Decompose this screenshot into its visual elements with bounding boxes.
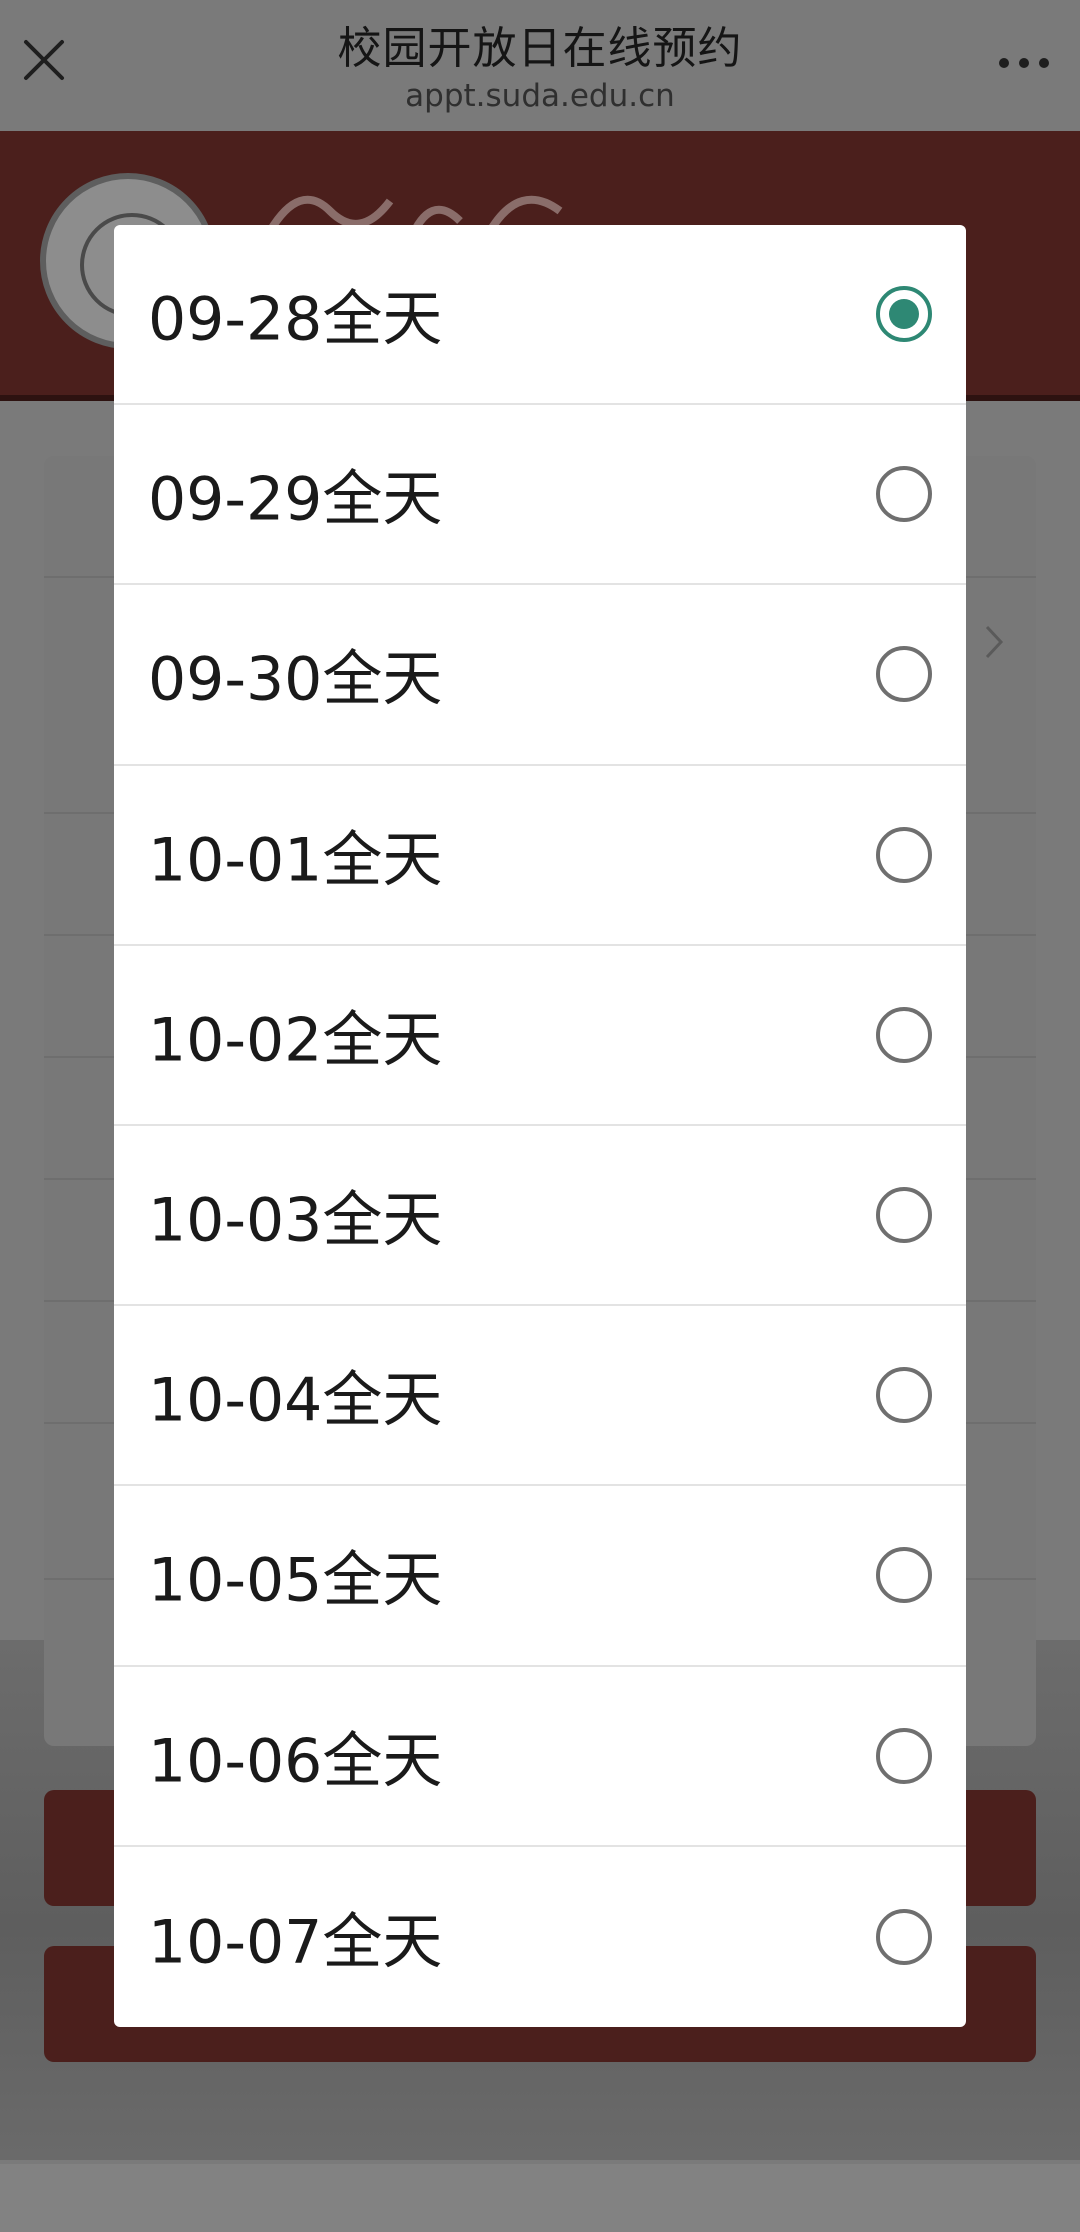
radio-unchecked-icon[interactable] xyxy=(876,1908,932,1965)
page-url: appt.suda.edu.cn xyxy=(405,78,675,114)
radio-unchecked-icon[interactable] xyxy=(876,1006,932,1063)
page-title: 校园开放日在线预约 xyxy=(337,23,743,74)
date-option[interactable]: 09-28全天 xyxy=(114,225,966,406)
date-option[interactable]: 09-29全天 xyxy=(114,405,966,586)
date-option-label: 09-28全天 xyxy=(148,284,443,355)
radio-checked-icon[interactable] xyxy=(876,286,932,343)
date-option[interactable]: 10-04全天 xyxy=(114,1306,966,1487)
date-option-label: 10-05全天 xyxy=(148,1545,443,1616)
date-option[interactable]: 10-07全天 xyxy=(114,1847,966,2027)
radio-unchecked-icon[interactable] xyxy=(876,1367,932,1424)
date-option-label: 10-01全天 xyxy=(148,825,443,896)
radio-unchecked-icon[interactable] xyxy=(876,466,932,523)
date-option[interactable]: 10-03全天 xyxy=(114,1126,966,1307)
radio-unchecked-icon[interactable] xyxy=(876,646,932,703)
browser-top-bar: 校园开放日在线预约 appt.suda.edu.cn xyxy=(0,0,1080,131)
more-horizontal-icon[interactable] xyxy=(992,38,1056,88)
date-option[interactable]: 10-06全天 xyxy=(114,1667,966,1847)
date-option[interactable]: 10-01全天 xyxy=(114,766,966,946)
date-option-label: 09-29全天 xyxy=(148,464,443,535)
radio-unchecked-icon[interactable] xyxy=(876,1187,932,1244)
radio-unchecked-icon[interactable] xyxy=(876,1727,932,1784)
date-option-label: 10-06全天 xyxy=(148,1726,443,1797)
chevron-right-icon xyxy=(984,620,1004,671)
date-option-label: 10-03全天 xyxy=(148,1185,443,1256)
date-option-label: 10-07全天 xyxy=(148,1907,443,1978)
page-footer xyxy=(0,2164,1080,2232)
radio-unchecked-icon[interactable] xyxy=(876,1547,932,1604)
date-option-label: 10-02全天 xyxy=(148,1005,443,1076)
date-option[interactable]: 10-02全天 xyxy=(114,946,966,1126)
date-option-label: 09-30全天 xyxy=(148,644,443,715)
date-select-dialog: 09-28全天 09-29全天 09-30全天 10-01全天 10-02全天 … xyxy=(114,225,966,2027)
date-option[interactable]: 10-05全天 xyxy=(114,1486,966,1667)
radio-unchecked-icon[interactable] xyxy=(876,826,932,883)
date-option[interactable]: 09-30全天 xyxy=(114,585,966,766)
date-option-label: 10-04全天 xyxy=(148,1365,443,1436)
